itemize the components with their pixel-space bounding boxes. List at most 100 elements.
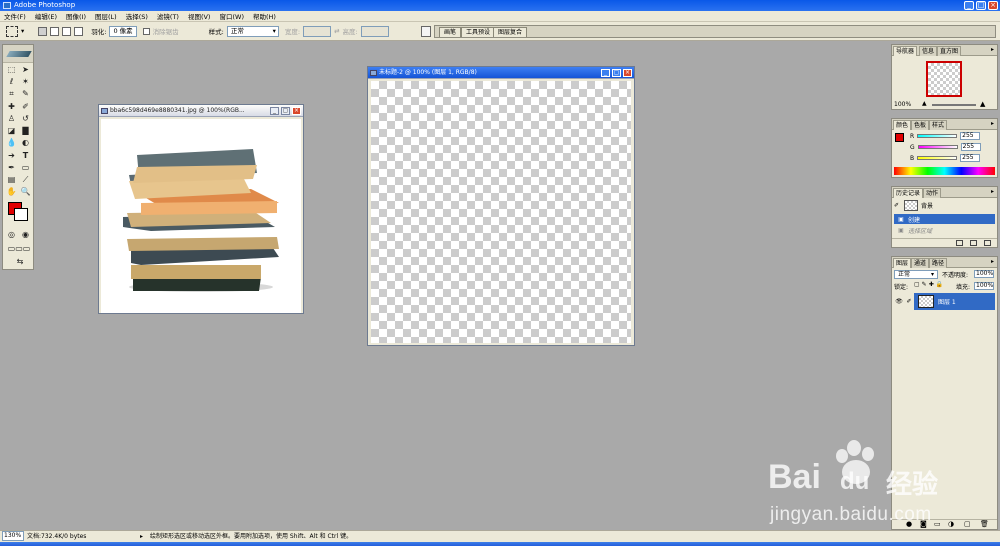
menu-image[interactable]: 图像(I) bbox=[66, 11, 86, 21]
tab-paths[interactable]: 路径 bbox=[929, 258, 948, 268]
menu-help[interactable]: 帮助(H) bbox=[253, 11, 276, 21]
eye-icon[interactable]: 👁 bbox=[894, 293, 904, 310]
history-brush-icon[interactable]: ↺ bbox=[20, 114, 31, 124]
blur-tool-icon[interactable]: 💧 bbox=[6, 138, 17, 148]
g-slider[interactable] bbox=[917, 145, 958, 149]
history-item[interactable]: ▣ 选择区域 bbox=[894, 225, 995, 235]
blend-mode-select[interactable]: 正常 ▾ bbox=[894, 270, 938, 279]
doc-minimize-button[interactable]: _ bbox=[601, 69, 610, 77]
history-snapshot[interactable]: ✐ 背景 bbox=[894, 198, 995, 213]
subtract-selection-icon[interactable] bbox=[62, 26, 72, 36]
pen-tool-icon[interactable]: ✒ bbox=[6, 163, 17, 173]
marquee-tool-icon[interactable]: ⬚ bbox=[6, 65, 17, 75]
panel-menu-icon[interactable]: ▸ bbox=[991, 46, 994, 53]
intersect-selection-icon[interactable] bbox=[74, 26, 84, 36]
crop-tool-icon[interactable]: ⌗ bbox=[6, 89, 17, 99]
document-titlebar-active[interactable]: 未标题-2 @ 100% (图层 1, RGB/8) _ ▢ × bbox=[368, 67, 634, 79]
doc-minimize-button[interactable]: _ bbox=[270, 107, 279, 115]
zoom-out-icon[interactable]: ▲ bbox=[922, 100, 927, 107]
lock-icons[interactable]: ▢✎✚🔒 bbox=[914, 281, 945, 288]
clone-stamp-icon[interactable]: ♙ bbox=[6, 114, 17, 124]
move-tool-icon[interactable]: ➤ bbox=[20, 65, 31, 75]
new-selection-icon[interactable] bbox=[38, 26, 48, 36]
image-canvas[interactable] bbox=[101, 119, 301, 313]
gradient-tool-icon[interactable]: ▇ bbox=[20, 126, 31, 136]
marquee-preset-icon[interactable] bbox=[6, 25, 18, 37]
dodge-tool-icon[interactable]: ◐ bbox=[20, 138, 31, 148]
panel-menu-icon[interactable]: ▸ bbox=[991, 120, 994, 127]
new-document-icon[interactable] bbox=[956, 240, 963, 246]
shape-tool-icon[interactable]: ▭ bbox=[20, 163, 31, 173]
brush-link-icon[interactable]: ✐ bbox=[904, 293, 914, 310]
palette-tab-brushes[interactable]: 画笔 bbox=[439, 27, 462, 37]
menu-file[interactable]: 文件(F) bbox=[4, 11, 26, 21]
swap-icon[interactable]: ⇄ bbox=[334, 27, 339, 35]
status-zoom[interactable]: 130% bbox=[2, 531, 24, 541]
color-spectrum-bar[interactable] bbox=[894, 167, 995, 175]
tab-history[interactable]: 历史记录 bbox=[893, 188, 924, 198]
menu-layer[interactable]: 图层(L) bbox=[95, 11, 117, 21]
preset-dropdown-icon[interactable]: ▾ bbox=[21, 27, 24, 35]
history-item[interactable]: ▣ 创建 bbox=[894, 214, 995, 224]
antialias-checkbox[interactable] bbox=[142, 27, 150, 35]
menu-filter[interactable]: 滤镜(T) bbox=[157, 11, 179, 21]
hand-tool-icon[interactable]: ✋ bbox=[6, 187, 17, 197]
transparent-canvas[interactable] bbox=[371, 81, 631, 343]
document-titlebar[interactable]: bba6c598d469e8880341.jpg @ 100%(RGB... _… bbox=[99, 105, 303, 117]
new-snapshot-icon[interactable] bbox=[970, 240, 977, 246]
panel-menu-icon[interactable]: ▸ bbox=[991, 188, 994, 195]
type-tool-icon[interactable]: T bbox=[20, 151, 31, 161]
panel-menu-icon[interactable]: ▸ bbox=[991, 258, 994, 265]
doc-maximize-button[interactable]: ▢ bbox=[281, 107, 290, 115]
eraser-tool-icon[interactable]: ◪ bbox=[6, 126, 17, 136]
fill-field[interactable]: 100% bbox=[974, 282, 994, 290]
doc-maximize-button[interactable]: ▢ bbox=[612, 69, 621, 77]
layer-name[interactable]: 图层 1 bbox=[938, 297, 956, 306]
menu-edit[interactable]: 编辑(E) bbox=[35, 11, 57, 21]
tab-navigator[interactable]: 导航器 bbox=[893, 46, 918, 56]
background-color-swatch[interactable] bbox=[14, 208, 28, 221]
menu-view[interactable]: 视图(V) bbox=[188, 11, 211, 21]
minimize-button[interactable]: _ bbox=[964, 1, 974, 10]
lasso-tool-icon[interactable]: ℓ bbox=[6, 77, 17, 87]
tab-layers[interactable]: 图层 bbox=[893, 258, 912, 268]
height-field[interactable] bbox=[360, 25, 389, 37]
style-select[interactable]: 正常 ▾ bbox=[226, 25, 279, 37]
feather-field[interactable]: 0 像素 bbox=[109, 25, 137, 37]
navigator-zoom[interactable]: 100% bbox=[894, 101, 911, 108]
tab-color[interactable]: 颜色 bbox=[893, 120, 912, 130]
color-foreground-swatch[interactable] bbox=[895, 133, 904, 142]
close-button[interactable]: × bbox=[988, 1, 998, 10]
r-value[interactable]: 255 bbox=[960, 132, 981, 140]
g-value[interactable]: 255 bbox=[960, 143, 981, 151]
tab-info[interactable]: 信息 bbox=[919, 46, 938, 56]
tab-styles[interactable]: 样式 bbox=[929, 120, 948, 130]
zoom-in-icon[interactable]: ▲ bbox=[980, 100, 985, 108]
b-value[interactable]: 255 bbox=[960, 154, 981, 162]
layer-row[interactable]: 👁 ✐ 图层 1 bbox=[894, 293, 995, 310]
quickmask-off-icon[interactable]: ◎ bbox=[6, 230, 17, 240]
magic-wand-icon[interactable]: ✶ bbox=[20, 77, 31, 87]
notes-tool-icon[interactable]: ▤ bbox=[6, 175, 17, 185]
quickmask-on-icon[interactable]: ◉ bbox=[20, 230, 31, 240]
doc-close-button[interactable]: × bbox=[292, 107, 301, 115]
menu-select[interactable]: 选择(S) bbox=[126, 11, 148, 21]
path-selection-icon[interactable]: ➔ bbox=[6, 151, 17, 161]
healing-brush-icon[interactable]: ✚ bbox=[6, 102, 17, 112]
doc-close-button[interactable]: × bbox=[623, 69, 632, 77]
brush-tool-icon[interactable]: ✐ bbox=[20, 102, 31, 112]
trash-icon[interactable] bbox=[984, 240, 991, 246]
add-selection-icon[interactable] bbox=[50, 26, 60, 36]
zoom-tool-icon[interactable]: 🔍 bbox=[20, 187, 31, 197]
palette-tab-tool-presets[interactable]: 工具预设 bbox=[461, 27, 496, 37]
zoom-slider[interactable] bbox=[932, 104, 976, 106]
r-slider[interactable] bbox=[917, 134, 958, 138]
tab-swatches[interactable]: 色板 bbox=[911, 120, 930, 130]
status-arrow-icon[interactable]: ▸ bbox=[140, 531, 143, 542]
screen-mode-icon[interactable]: ▭▭▭ bbox=[6, 244, 32, 254]
palette-tab-layer-comps[interactable]: 图层复合 bbox=[493, 27, 528, 37]
tab-actions[interactable]: 动作 bbox=[923, 188, 942, 198]
tab-channels[interactable]: 通道 bbox=[911, 258, 930, 268]
jump-to-imageready-icon[interactable]: ⇆ bbox=[11, 257, 29, 267]
document-window-untitled[interactable]: 未标题-2 @ 100% (图层 1, RGB/8) _ ▢ × bbox=[367, 66, 635, 346]
